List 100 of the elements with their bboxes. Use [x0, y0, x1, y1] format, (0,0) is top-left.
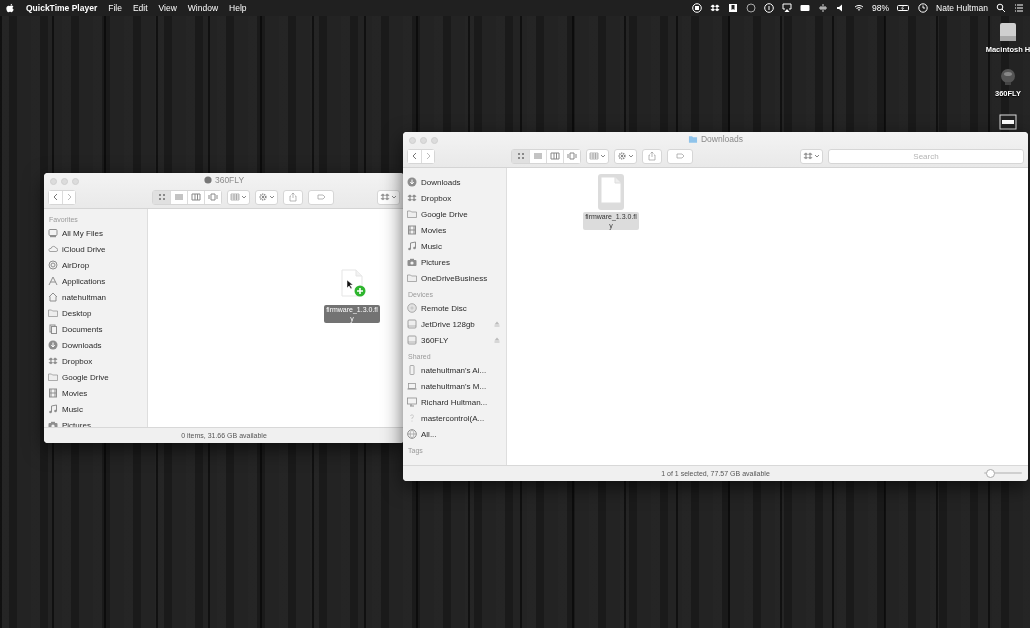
sidebar-item[interactable]: OneDriveBusiness	[407, 270, 506, 286]
menu-item[interactable]: View	[158, 3, 177, 13]
sidebar-item[interactable]: Google Drive	[407, 206, 506, 222]
sidebar-item[interactable]: Dropbox	[407, 190, 506, 206]
keyboard-icon[interactable]	[800, 3, 810, 13]
gear-icon[interactable]	[258, 192, 268, 202]
documents-icon	[48, 324, 58, 334]
move-icon[interactable]	[818, 3, 828, 13]
menu-item[interactable]: Help	[229, 3, 247, 13]
sphere-camera-icon[interactable]	[1000, 68, 1016, 86]
record-icon[interactable]	[692, 3, 702, 13]
tag-icon[interactable]	[674, 151, 686, 161]
menu-item[interactable]: Edit	[132, 3, 148, 13]
user-name[interactable]: Nate Hultman	[936, 3, 988, 13]
app-menu[interactable]: QuickTime Player	[26, 3, 98, 13]
sidebar-item[interactable]: All My Files	[48, 225, 147, 241]
sidebar-item[interactable]: Pictures	[407, 254, 506, 270]
menu-item[interactable]: Window	[187, 3, 219, 13]
sidebar-item[interactable]: Documents	[48, 321, 147, 337]
sidebar-item[interactable]: AirDrop	[48, 257, 147, 273]
arrange-button[interactable]	[586, 148, 609, 164]
arrange-grid-icon[interactable]	[589, 151, 599, 161]
columns-icon[interactable]	[550, 151, 560, 161]
list-icon[interactable]	[174, 192, 184, 202]
drive-icon	[407, 319, 417, 329]
slider-thumb[interactable]	[985, 469, 995, 478]
action-button[interactable]	[255, 189, 278, 205]
tag-button[interactable]	[667, 148, 693, 164]
music-note-icon	[48, 404, 58, 414]
wifi-icon[interactable]	[854, 3, 864, 13]
folder-icon	[687, 134, 698, 144]
film-icon	[48, 388, 58, 398]
sidebar-item[interactable]: Movies	[407, 222, 506, 238]
arrange-grid-icon[interactable]	[230, 192, 240, 202]
sidebar-item[interactable]: All...	[407, 426, 506, 442]
dropbox-icon[interactable]	[710, 3, 720, 13]
phone-icon	[407, 365, 417, 375]
list-icon[interactable]	[533, 151, 543, 161]
battery-charging-icon[interactable]	[897, 3, 911, 13]
cover-flow-icon[interactable]	[208, 192, 218, 202]
action-button[interactable]	[614, 148, 637, 164]
cover-flow-button[interactable]	[563, 149, 580, 163]
plus-badge-icon	[354, 285, 366, 297]
sidebar-item[interactable]: iCloud Drive	[48, 241, 147, 257]
tag-button[interactable]	[308, 189, 334, 205]
card-drive-icon[interactable]	[999, 114, 1017, 130]
tag-icon[interactable]	[315, 192, 327, 202]
cloud-icon	[48, 244, 58, 254]
share-icon[interactable]	[647, 151, 657, 161]
cover-flow-icon[interactable]	[567, 151, 577, 161]
share-button[interactable]	[642, 148, 662, 164]
drive-icon	[407, 335, 417, 345]
search-field[interactable]: Search	[828, 148, 1024, 164]
eject-icon[interactable]	[494, 321, 500, 327]
sidebar-item[interactable]: Desktop	[48, 305, 147, 321]
bookmark-icon[interactable]	[728, 3, 738, 13]
download-icon	[407, 177, 417, 187]
menu-item[interactable]: File	[108, 3, 122, 13]
sidebar-item[interactable]: natehultman's Ai...	[407, 362, 506, 378]
sidebar-item[interactable]: Google Drive	[48, 369, 147, 385]
arrange-button[interactable]	[227, 189, 250, 205]
cover-flow-button[interactable]	[204, 190, 221, 204]
dropbox-button[interactable]	[377, 189, 400, 205]
badge-icon[interactable]	[746, 3, 756, 13]
window-title-text: 360FLY	[214, 175, 245, 185]
columns-icon[interactable]	[191, 192, 201, 202]
disc-icon	[407, 303, 417, 313]
search-icon[interactable]	[996, 3, 1006, 13]
clock-icon[interactable]	[918, 3, 929, 13]
sidebar-item[interactable]: Music	[48, 401, 147, 417]
eject-icon[interactable]	[494, 337, 500, 343]
sidebar-item[interactable]: natehultman	[48, 289, 147, 305]
column-view-button[interactable]	[546, 149, 563, 163]
share-button[interactable]	[283, 189, 303, 205]
dropbox-button[interactable]	[800, 148, 823, 164]
battery-percentage[interactable]: 98%	[872, 3, 890, 13]
applications-icon	[48, 276, 58, 286]
sidebar-item[interactable]: Music	[407, 238, 506, 254]
sidebar-item[interactable]: Downloads	[48, 337, 147, 353]
sidebar-item[interactable]: Movies	[48, 385, 147, 401]
share-icon[interactable]	[288, 192, 298, 202]
sidebar-item[interactable]: mastercontrol(A...	[407, 410, 506, 426]
hard-drive-icon[interactable]	[999, 22, 1017, 42]
airplay-icon[interactable]	[782, 3, 792, 13]
sidebar-item[interactable]: Remote Disc	[407, 300, 506, 316]
notification-list-icon[interactable]	[1014, 3, 1024, 13]
sidebar-item[interactable]: Downloads	[407, 174, 506, 190]
sidebar-item[interactable]: JetDrive 128gb	[407, 316, 506, 332]
dropbox-icon	[48, 356, 58, 366]
download-icon	[48, 340, 58, 350]
info-icon[interactable]	[764, 3, 774, 13]
sidebar-item[interactable]: 360FLY	[407, 332, 506, 348]
gear-icon[interactable]	[617, 151, 627, 161]
sidebar-item[interactable]: Richard Hultman...	[407, 394, 506, 410]
sidebar-item[interactable]: Applications	[48, 273, 147, 289]
music-note-icon	[407, 241, 417, 251]
sidebar-item[interactable]: Dropbox	[48, 353, 147, 369]
sidebar-item[interactable]: natehultman's M...	[407, 378, 506, 394]
apple-logo-icon[interactable]	[6, 3, 15, 13]
column-view-button[interactable]	[187, 190, 204, 204]
